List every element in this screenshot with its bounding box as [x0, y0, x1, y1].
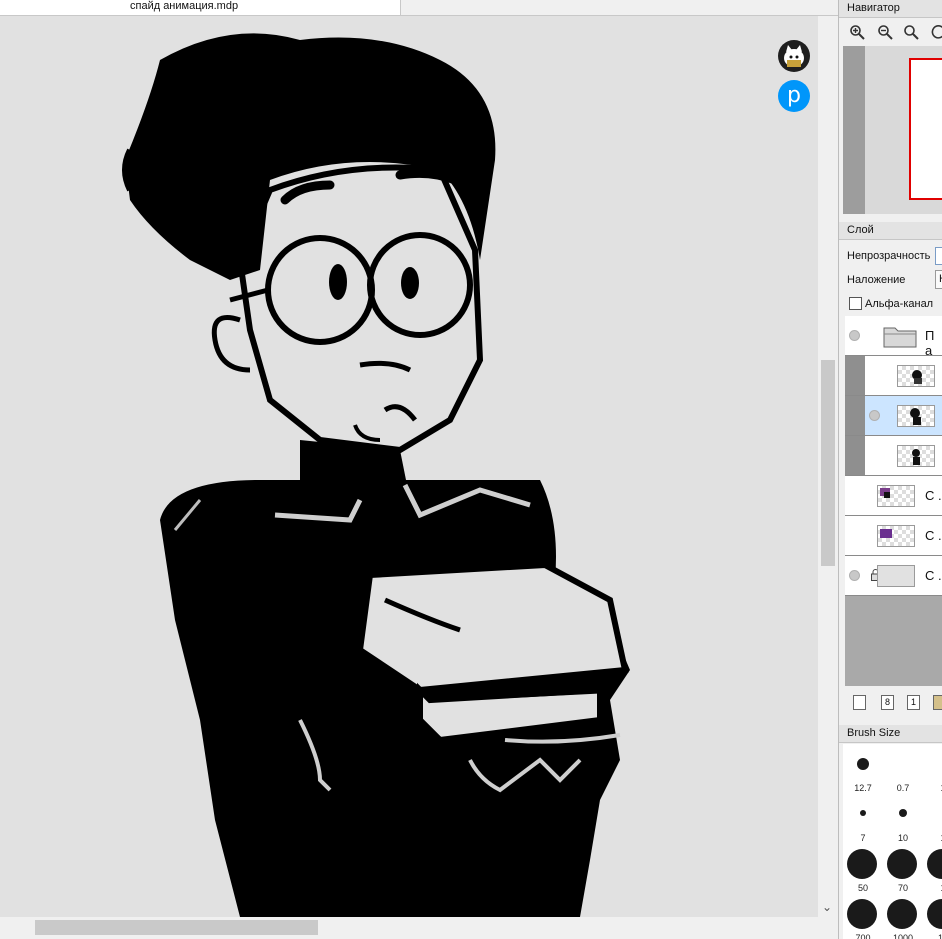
layer-thumbnail	[897, 445, 935, 467]
opacity-label: Непрозрачность	[847, 250, 931, 262]
layer-row[interactable]	[845, 356, 942, 396]
brush-size-cell[interactable]: 1000	[883, 894, 923, 939]
brush-dot	[860, 810, 866, 816]
new-8bit-layer-icon[interactable]: 8	[881, 695, 894, 710]
layer-name: П а	[925, 328, 935, 358]
brush-size-label: 7	[860, 833, 866, 843]
brush-size-label: 1	[923, 833, 942, 843]
brush-dot	[857, 758, 869, 770]
navigator-view-frame[interactable]	[909, 58, 942, 200]
layer-toolbar: 8 1	[839, 690, 942, 714]
brush-dot	[899, 809, 907, 817]
layer-row[interactable]: С .	[845, 476, 942, 516]
brush-size-cell[interactable]: 700	[843, 894, 883, 939]
layer-list: П а С . С . С .	[845, 316, 942, 686]
new-folder-icon[interactable]	[933, 695, 942, 710]
layer-thumbnail	[897, 405, 935, 427]
document-tab[interactable]: спайд анимация.mdp	[0, 0, 401, 15]
scroll-down-arrow-icon[interactable]: ⌄	[822, 900, 832, 914]
layer-row[interactable]: С .	[845, 516, 942, 556]
brush-size-label: 50	[857, 883, 868, 893]
pixiv-icon[interactable]: p	[778, 80, 810, 112]
zoom-fit-icon[interactable]	[903, 24, 919, 40]
brush-dot	[847, 899, 877, 929]
brush-size-cell[interactable]: 50	[843, 844, 883, 894]
layer-thumbnail	[877, 485, 915, 507]
brush-size-label: 12.7	[854, 783, 872, 793]
layer-name: С .	[925, 488, 942, 503]
navigator-preview[interactable]	[843, 46, 942, 214]
brush-size-label: 0.7	[896, 783, 910, 793]
brush-size-cell[interactable]: 1	[923, 794, 942, 844]
vertical-scrollbar[interactable]: ⌄	[818, 16, 838, 917]
folder-indent	[845, 436, 865, 475]
horizontal-scrollbar[interactable]	[0, 917, 838, 939]
folder-indent	[845, 396, 865, 435]
layer-thumbnail	[897, 365, 935, 387]
right-panel: Навигатор Слой Непрозрачность Наложение …	[838, 0, 942, 939]
user-avatar-icon[interactable]	[778, 40, 810, 72]
navigator-header: Навигатор	[839, 0, 942, 18]
brush-size-title: Brush Size	[847, 727, 901, 739]
layer-row-selected[interactable]	[845, 396, 942, 436]
tab-strip: спайд анимация.mdp	[0, 0, 838, 16]
folder-icon	[883, 327, 917, 348]
brush-size-cell[interactable]: 12.7	[843, 744, 883, 794]
brush-dot	[927, 899, 942, 929]
layer-thumbnail	[877, 525, 915, 547]
layer-row[interactable]	[845, 436, 942, 476]
layer-row[interactable]: С .	[845, 556, 942, 596]
layer-name: С .	[925, 568, 942, 583]
brush-size-cell[interactable]: 1	[923, 844, 942, 894]
horizontal-scroll-thumb[interactable]	[35, 920, 318, 935]
layer-header: Слой	[839, 222, 942, 240]
brush-size-grid: 12.7 0.7 1 7 10 1 50 70 1	[843, 744, 942, 939]
brush-size-cell[interactable]: 10	[883, 794, 923, 844]
alpha-channel-label: Альфа-канал	[865, 298, 934, 310]
rotate-icon[interactable]	[931, 24, 942, 40]
brush-size-cell[interactable]: 70	[883, 844, 923, 894]
navigator-toolbar	[839, 18, 942, 46]
character-artwork	[122, 33, 630, 917]
new-1bit-layer-icon[interactable]: 1	[907, 695, 920, 710]
new-layer-icon[interactable]	[853, 695, 866, 710]
vertical-scroll-thumb[interactable]	[821, 360, 835, 566]
brush-size-cell[interactable]: 0.7	[883, 744, 923, 794]
folder-indent	[845, 356, 865, 395]
brush-size-header: Brush Size	[839, 725, 942, 743]
brush-size-label: 1	[923, 883, 942, 893]
opacity-field[interactable]	[935, 247, 942, 265]
brush-size-label: 15	[923, 933, 942, 939]
blend-label: Наложение	[847, 274, 906, 286]
layer-panel-title: Слой	[847, 224, 874, 236]
brush-size-label: 700	[855, 933, 871, 939]
brush-size-cell[interactable]: 1	[923, 744, 942, 794]
visibility-eye-icon[interactable]	[869, 410, 880, 421]
brush-size-cell[interactable]: 7	[843, 794, 883, 844]
brush-size-label: 10	[897, 833, 908, 843]
navigator-title: Навигатор	[847, 2, 900, 14]
brush-dot	[887, 899, 917, 929]
brush-size-label: 70	[897, 883, 908, 893]
layer-name: С .	[925, 528, 942, 543]
visibility-eye-icon[interactable]	[849, 330, 860, 341]
brush-dot	[887, 849, 917, 879]
brush-size-cell[interactable]: 15	[923, 894, 942, 939]
visibility-eye-icon[interactable]	[849, 570, 860, 581]
drawing-canvas[interactable]: p	[0, 16, 818, 917]
zoom-out-icon[interactable]	[877, 24, 893, 40]
layer-folder[interactable]: П а	[845, 316, 942, 358]
layer-thumbnail	[877, 565, 915, 587]
alpha-channel-checkbox[interactable]	[849, 297, 862, 310]
brush-size-label: 1	[923, 783, 942, 793]
brush-dot	[927, 849, 942, 879]
document-tab-title: спайд анимация.mdp	[130, 0, 239, 12]
zoom-in-icon[interactable]	[849, 24, 865, 40]
navigator-canvas-area	[843, 46, 865, 214]
brush-dot	[847, 849, 877, 879]
blend-mode-select[interactable]: Н	[935, 270, 942, 289]
brush-size-label: 1000	[892, 933, 914, 939]
